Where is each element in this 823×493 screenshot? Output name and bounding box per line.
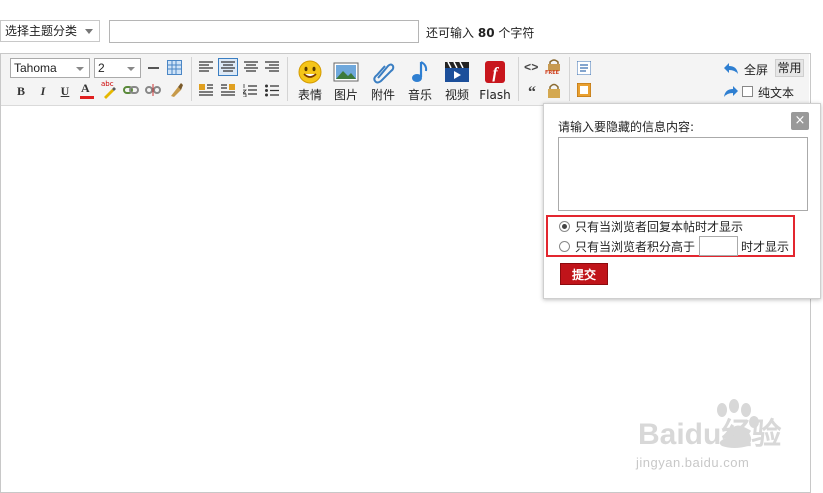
plain-text-label: 纯文本: [758, 86, 795, 100]
horizontal-rule-icon[interactable]: [148, 67, 159, 69]
font-size-select[interactable]: 2: [94, 58, 141, 78]
align-right-icon[interactable]: [265, 61, 279, 73]
score-threshold-input[interactable]: [699, 236, 738, 256]
toolbar-separator: [191, 57, 192, 101]
video-label: 视频: [444, 88, 469, 102]
font-family-value: Tahoma: [14, 61, 57, 75]
free-content-button[interactable]: FREE: [545, 59, 563, 78]
attachment-button[interactable]: 附件: [366, 58, 400, 102]
remaining-suffix: 个字符: [498, 26, 535, 40]
link-icon[interactable]: [123, 84, 139, 96]
plain-text-checkbox[interactable]: [742, 86, 753, 97]
float-left-icon[interactable]: [199, 84, 213, 97]
font-size-value: 2: [98, 61, 105, 75]
bold-button[interactable]: B: [12, 82, 30, 100]
category-select-value: 选择主题分类: [5, 24, 78, 38]
code-button[interactable]: <>: [524, 61, 538, 75]
attachment-label: 附件: [370, 88, 395, 102]
emoticon-button[interactable]: 表情: [293, 58, 327, 102]
undo-icon[interactable]: [723, 62, 739, 75]
free-badge: FREE: [545, 70, 560, 76]
toolbar-separator: [518, 57, 519, 101]
unlink-icon[interactable]: [145, 84, 161, 96]
common-button[interactable]: 常用: [775, 59, 804, 77]
emoticon-label: 表情: [297, 88, 322, 102]
toolbar-separator: [287, 57, 288, 101]
font-family-select[interactable]: Tahoma: [10, 58, 90, 78]
ordered-list-icon[interactable]: [243, 84, 257, 97]
category-select[interactable]: 选择主题分类: [0, 20, 100, 42]
flash-icon: f: [485, 61, 505, 83]
image-icon: [333, 62, 359, 82]
remaining-chars: 还可输入 80 个字符: [426, 24, 534, 41]
music-note-icon: [412, 61, 428, 82]
toolbar-separator: [569, 57, 570, 101]
watermark-url: jingyan.baidu.com: [636, 455, 750, 470]
chevron-down-icon: [76, 67, 84, 71]
watermark-brand: Baidu经验: [638, 417, 781, 451]
align-left-icon[interactable]: [199, 61, 213, 73]
score-option-prefix: 只有当浏览者积分高于: [575, 240, 696, 254]
video-clapper-icon: [445, 61, 469, 82]
score-option-suffix: 时才显示: [741, 240, 790, 254]
chevron-down-icon: [85, 29, 93, 34]
music-label: 音乐: [407, 88, 432, 102]
video-button[interactable]: 视频: [440, 58, 474, 102]
smiley-icon: [298, 60, 322, 84]
paperclip-icon: [373, 63, 395, 84]
color-swatch-icon: [80, 96, 94, 99]
image-button[interactable]: 图片: [329, 58, 363, 102]
hide-content-textarea[interactable]: [558, 137, 808, 211]
table-insert-icon[interactable]: [577, 83, 591, 97]
font-color-button[interactable]: A: [78, 81, 96, 101]
flash-button[interactable]: f Flash: [476, 58, 514, 102]
hide-content-lock-icon[interactable]: [546, 83, 562, 98]
float-right-icon[interactable]: [221, 84, 235, 97]
highlight-button[interactable]: abc: [100, 80, 118, 100]
page-icon[interactable]: [577, 61, 591, 75]
fullscreen-button[interactable]: 全屏: [744, 61, 768, 78]
music-button[interactable]: 音乐: [403, 58, 437, 102]
reply-option-label: 只有当浏览者回复本帖时才显示: [575, 220, 744, 234]
align-center-icon: [221, 61, 235, 72]
table-icon[interactable]: [167, 60, 182, 75]
align-center-button[interactable]: [218, 58, 238, 76]
submit-button[interactable]: 提交: [560, 263, 608, 285]
hide-prompt-label: 请输入要隐藏的信息内容:: [558, 120, 695, 134]
title-input[interactable]: [109, 20, 419, 43]
flash-label: Flash: [479, 88, 511, 102]
unordered-list-icon[interactable]: [265, 84, 279, 97]
reply-option-radio[interactable]: [559, 221, 570, 232]
chevron-down-icon: [127, 67, 135, 71]
score-option-radio[interactable]: [559, 241, 570, 252]
underline-button[interactable]: U: [56, 82, 74, 100]
image-label: 图片: [333, 88, 358, 102]
redo-icon[interactable]: [723, 85, 739, 98]
italic-button[interactable]: I: [34, 82, 52, 100]
remaining-prefix: 还可输入: [426, 26, 475, 40]
align-justify-icon[interactable]: [244, 61, 258, 73]
quote-button[interactable]: “: [528, 84, 536, 102]
remaining-count: 80: [477, 26, 495, 40]
clear-format-icon[interactable]: [168, 82, 184, 98]
close-icon[interactable]: ×: [791, 112, 809, 130]
font-color-label: A: [81, 81, 90, 95]
